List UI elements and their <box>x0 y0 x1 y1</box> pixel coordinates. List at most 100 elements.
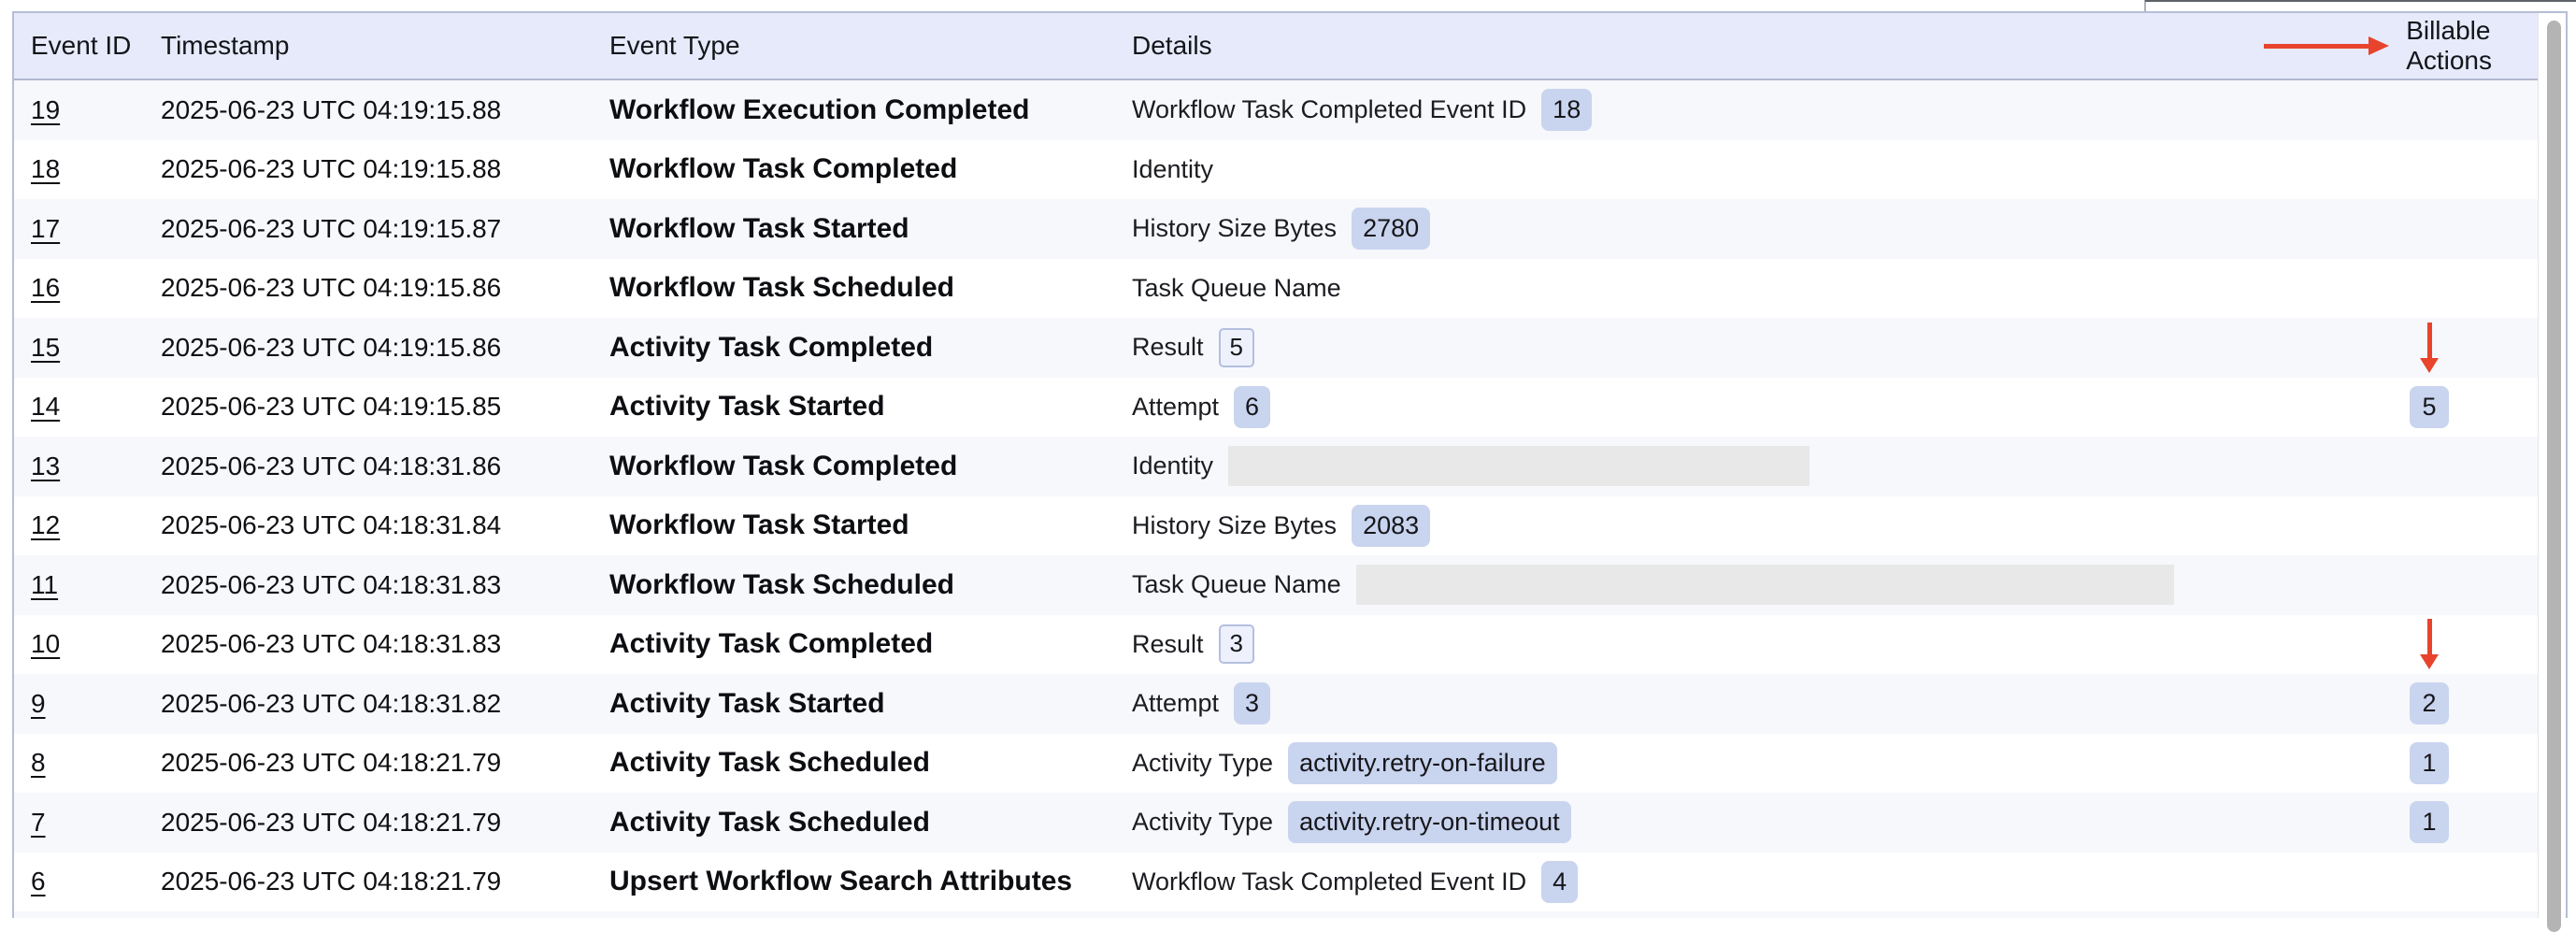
table-row: 10 2025-06-23 UTC 04:18:31.83 Activity T… <box>14 615 2538 675</box>
table-row: 14 2025-06-23 UTC 04:19:15.85 Activity T… <box>14 378 2538 437</box>
redacted-value-bar <box>1228 446 1810 486</box>
column-header-event-type[interactable]: Event Type <box>593 31 1115 61</box>
event-history-table: Event ID Timestamp Event Type Details Bi… <box>12 11 2568 918</box>
detail-label: Identity <box>1132 155 1213 184</box>
event-type: Activity Task Completed <box>609 628 933 659</box>
panel-top-border <box>2145 0 2576 2</box>
event-timestamp: 2025-06-23 UTC 04:19:15.87 <box>161 214 501 243</box>
event-id-link[interactable]: 18 <box>31 154 60 183</box>
event-id-link[interactable]: 9 <box>31 689 46 718</box>
billable-actions-cell: 1 <box>2313 742 2538 784</box>
event-id-link[interactable]: 19 <box>31 95 60 124</box>
table-row: 15 2025-06-23 UTC 04:19:15.86 Activity T… <box>14 318 2538 378</box>
event-id-link[interactable]: 16 <box>31 273 60 302</box>
detail-value-badge: 18 <box>1541 89 1592 131</box>
detail-label: History Size Bytes <box>1132 511 1337 540</box>
table-header-row: Event ID Timestamp Event Type Details Bi… <box>14 13 2538 80</box>
column-header-details: Details <box>1115 31 2313 61</box>
table-row: 18 2025-06-23 UTC 04:19:15.88 Workflow T… <box>14 140 2538 200</box>
billable-actions-cell: 2 <box>2313 682 2538 724</box>
table-row: 6 2025-06-23 UTC 04:18:21.79 Upsert Work… <box>14 853 2538 912</box>
event-type: Activity Task Started <box>609 391 885 422</box>
event-details: Result 5 <box>1115 328 2313 367</box>
event-type: Workflow Task Started <box>609 213 909 244</box>
detail-value-badge: 3 <box>1219 624 1254 664</box>
event-type: Workflow Task Scheduled <box>609 569 954 600</box>
event-type: Workflow Task Started <box>609 509 909 540</box>
event-details: Workflow Task Completed Event ID 4 <box>1115 861 2313 903</box>
event-timestamp: 2025-06-23 UTC 04:19:15.86 <box>161 273 501 302</box>
detail-value-badge: 4 <box>1541 861 1578 903</box>
detail-value-badge: activity.retry-on-timeout <box>1288 801 1571 843</box>
event-id-link[interactable]: 10 <box>31 629 60 658</box>
event-id-link[interactable]: 6 <box>31 867 46 896</box>
table-row: 7 2025-06-23 UTC 04:18:21.79 Activity Ta… <box>14 793 2538 853</box>
detail-label: Attempt <box>1132 393 1219 422</box>
event-type: Workflow Execution Completed <box>609 94 1030 125</box>
table-content: Event ID Timestamp Event Type Details Bi… <box>14 13 2539 918</box>
event-details: Workflow Task Completed Event ID 18 <box>1115 89 2313 131</box>
event-timestamp: 2025-06-23 UTC 04:18:21.79 <box>161 808 501 837</box>
event-id-link[interactable]: 12 <box>31 510 60 539</box>
table-row: 11 2025-06-23 UTC 04:18:31.83 Workflow T… <box>14 555 2538 615</box>
event-id-link[interactable]: 8 <box>31 748 46 777</box>
table-row: 13 2025-06-23 UTC 04:18:31.86 Workflow T… <box>14 437 2538 496</box>
billable-actions-badge: 1 <box>2410 801 2449 843</box>
detail-label: Task Queue Name <box>1132 570 1341 599</box>
detail-value-badge: 3 <box>1234 682 1270 724</box>
column-header-billable-actions: Billable Actions <box>2313 16 2538 76</box>
event-details: Task Queue Name <box>1115 274 2313 303</box>
billable-actions-badge: 1 <box>2410 742 2449 784</box>
table-row: 12 2025-06-23 UTC 04:18:31.84 Workflow T… <box>14 496 2538 556</box>
event-timestamp: 2025-06-23 UTC 04:19:15.85 <box>161 392 501 421</box>
event-details: Attempt 6 <box>1115 386 2313 428</box>
event-type: Activity Task Started <box>609 688 885 719</box>
event-type: Activity Task Completed <box>609 332 933 363</box>
event-timestamp: 2025-06-23 UTC 04:18:31.83 <box>161 570 501 599</box>
detail-value-badge: activity.retry-on-failure <box>1288 742 1557 784</box>
detail-label: Task Queue Name <box>1132 274 1341 303</box>
vertical-scrollbar[interactable] <box>2539 13 2566 918</box>
event-id-link[interactable]: 13 <box>31 452 60 480</box>
detail-label: Workflow Task Completed Event ID <box>1132 95 1526 124</box>
detail-value-badge: 5 <box>1219 328 1254 367</box>
red-arrow-down-icon <box>2420 323 2439 373</box>
column-header-event-id[interactable]: Event ID <box>14 31 144 61</box>
event-type: Workflow Task Scheduled <box>609 272 954 303</box>
table-row: 8 2025-06-23 UTC 04:18:21.79 Activity Ta… <box>14 734 2538 794</box>
table-row: 9 2025-06-23 UTC 04:18:31.82 Activity Ta… <box>14 674 2538 734</box>
event-type: Upsert Workflow Search Attributes <box>609 866 1072 896</box>
billable-actions-cell: 5 <box>2313 386 2538 428</box>
table-body: 19 2025-06-23 UTC 04:19:15.88 Workflow E… <box>14 80 2538 911</box>
event-id-link[interactable]: 11 <box>31 570 58 599</box>
detail-label: History Size Bytes <box>1132 214 1337 243</box>
event-id-link[interactable]: 7 <box>31 808 46 837</box>
event-id-link[interactable]: 15 <box>31 333 60 362</box>
event-details: Result 3 <box>1115 624 2313 664</box>
table-row: 16 2025-06-23 UTC 04:19:15.86 Workflow T… <box>14 259 2538 319</box>
event-timestamp: 2025-06-23 UTC 04:18:21.79 <box>161 748 501 777</box>
event-details: Attempt 3 <box>1115 682 2313 724</box>
redacted-value-bar <box>1356 565 2174 605</box>
event-id-link[interactable]: 17 <box>31 214 60 243</box>
billable-actions-badge: 5 <box>2410 386 2449 428</box>
table-row: 17 2025-06-23 UTC 04:19:15.87 Workflow T… <box>14 199 2538 259</box>
detail-value-badge: 2780 <box>1352 208 1430 250</box>
event-id-link[interactable]: 14 <box>31 392 60 421</box>
event-details: History Size Bytes 2780 <box>1115 208 2313 250</box>
table-row: 19 2025-06-23 UTC 04:19:15.88 Workflow E… <box>14 80 2538 140</box>
scrollbar-thumb[interactable] <box>2547 21 2561 932</box>
event-details: Task Queue Name <box>1115 565 2313 605</box>
event-timestamp: 2025-06-23 UTC 04:18:31.86 <box>161 452 501 480</box>
event-timestamp: 2025-06-23 UTC 04:18:31.82 <box>161 689 501 718</box>
event-type: Activity Task Scheduled <box>609 747 930 778</box>
event-details: History Size Bytes 2083 <box>1115 505 2313 547</box>
event-timestamp: 2025-06-23 UTC 04:19:15.88 <box>161 95 501 124</box>
detail-label: Result <box>1132 630 1204 659</box>
next-row-partial <box>14 911 2538 918</box>
event-timestamp: 2025-06-23 UTC 04:19:15.86 <box>161 333 501 362</box>
red-arrow-down-icon <box>2420 619 2439 669</box>
detail-label: Result <box>1132 333 1204 362</box>
column-header-timestamp[interactable]: Timestamp <box>144 31 593 61</box>
detail-label: Identity <box>1132 452 1213 480</box>
